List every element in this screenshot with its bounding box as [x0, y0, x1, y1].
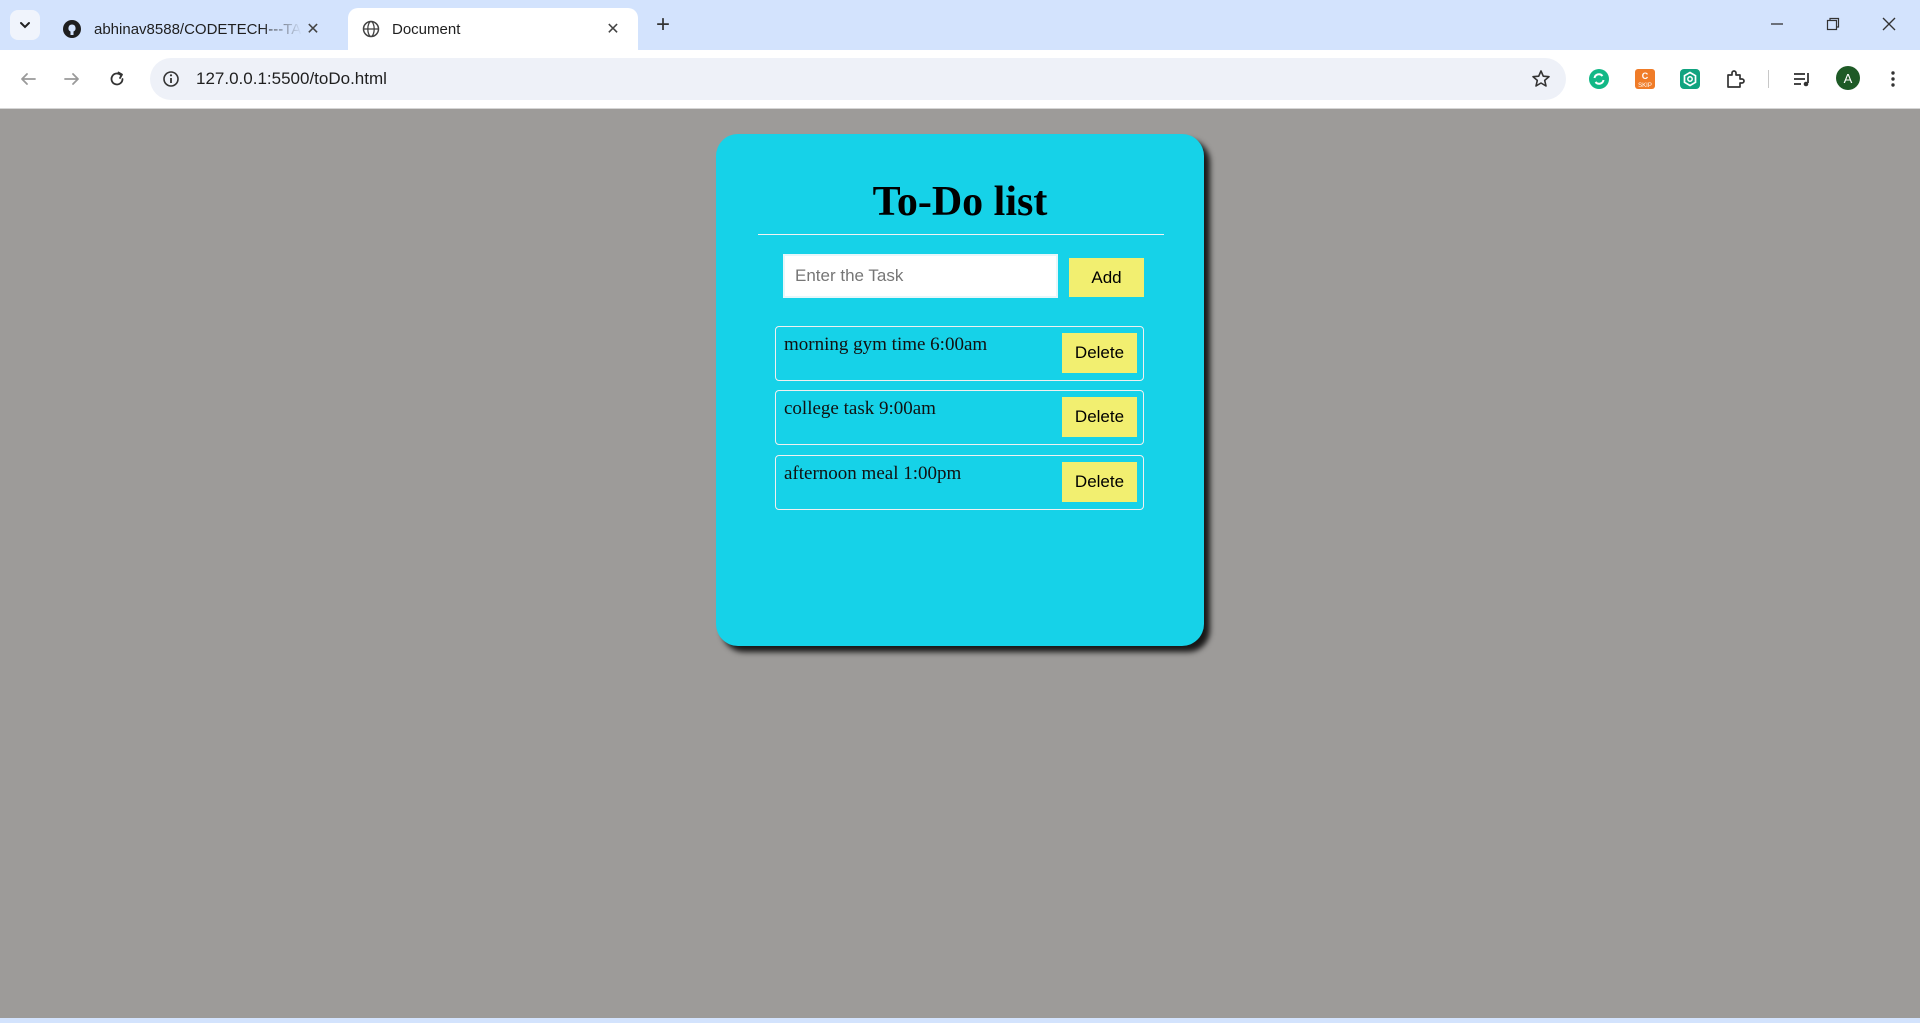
- site-info-icon[interactable]: [160, 68, 182, 90]
- tab-strip: abhinav8588/CODETECH---TASK ✕ Document ✕…: [0, 0, 1920, 50]
- task-text: afternoon meal 1:00pm: [784, 463, 962, 484]
- globe-icon: [362, 20, 380, 38]
- minimize-icon[interactable]: [1754, 6, 1800, 42]
- title-divider: [758, 234, 1164, 235]
- close-icon[interactable]: ✕: [602, 18, 624, 40]
- toolbar-divider: [1768, 70, 1769, 88]
- address-bar[interactable]: 127.0.0.1:5500/toDo.html: [150, 58, 1566, 100]
- url-text[interactable]: 127.0.0.1:5500/toDo.html: [196, 69, 387, 89]
- task-text: college task 9:00am: [784, 398, 936, 419]
- media-queue-icon[interactable]: [1789, 66, 1815, 92]
- svg-text:C: C: [1642, 71, 1649, 81]
- bookmark-star-icon[interactable]: [1530, 68, 1552, 90]
- window-bottom-edge: [0, 1018, 1920, 1023]
- sync-extension-icon[interactable]: [1586, 66, 1612, 92]
- github-icon: [63, 20, 81, 38]
- profile-avatar[interactable]: A: [1836, 66, 1860, 90]
- new-tab-icon[interactable]: +: [650, 12, 676, 38]
- delete-task-button[interactable]: Delete: [1062, 333, 1137, 373]
- task-text: morning gym time 6:00am: [784, 334, 988, 355]
- page-title: To-Do list: [872, 179, 1048, 225]
- tab-document[interactable]: Document ✕: [348, 8, 638, 50]
- tab-title: abhinav8588/CODETECH---TASK: [94, 20, 302, 38]
- back-arrow-icon[interactable]: [13, 64, 43, 94]
- task-input[interactable]: [783, 254, 1058, 298]
- puzzle-extensions-icon[interactable]: [1722, 66, 1748, 92]
- restore-icon[interactable]: [1810, 6, 1856, 42]
- task-item: morning gym time 6:00am Delete: [775, 326, 1144, 381]
- add-task-button[interactable]: Add: [1069, 258, 1144, 297]
- delete-task-button[interactable]: Delete: [1062, 397, 1137, 437]
- more-menu-icon[interactable]: [1878, 64, 1908, 94]
- tab-github[interactable]: abhinav8588/CODETECH---TASK ✕: [48, 8, 338, 50]
- delete-task-button[interactable]: Delete: [1062, 462, 1137, 502]
- chevron-down-icon: [20, 22, 30, 29]
- reload-icon[interactable]: [102, 64, 132, 94]
- svg-text:SKIP: SKIP: [1638, 83, 1652, 89]
- task-item: college task 9:00am Delete: [775, 390, 1144, 445]
- close-icon[interactable]: ✕: [302, 18, 324, 40]
- forward-arrow-icon[interactable]: [57, 64, 87, 94]
- browser-toolbar: 127.0.0.1:5500/toDo.html C SKIP: [0, 50, 1920, 109]
- tab-search-button[interactable]: [10, 10, 40, 40]
- hexagon-extension-icon[interactable]: [1677, 66, 1703, 92]
- task-item: afternoon meal 1:00pm Delete: [775, 455, 1144, 510]
- skip-extension-icon[interactable]: C SKIP: [1632, 66, 1658, 92]
- tab-title: Document: [392, 20, 461, 38]
- close-window-icon[interactable]: [1866, 6, 1912, 42]
